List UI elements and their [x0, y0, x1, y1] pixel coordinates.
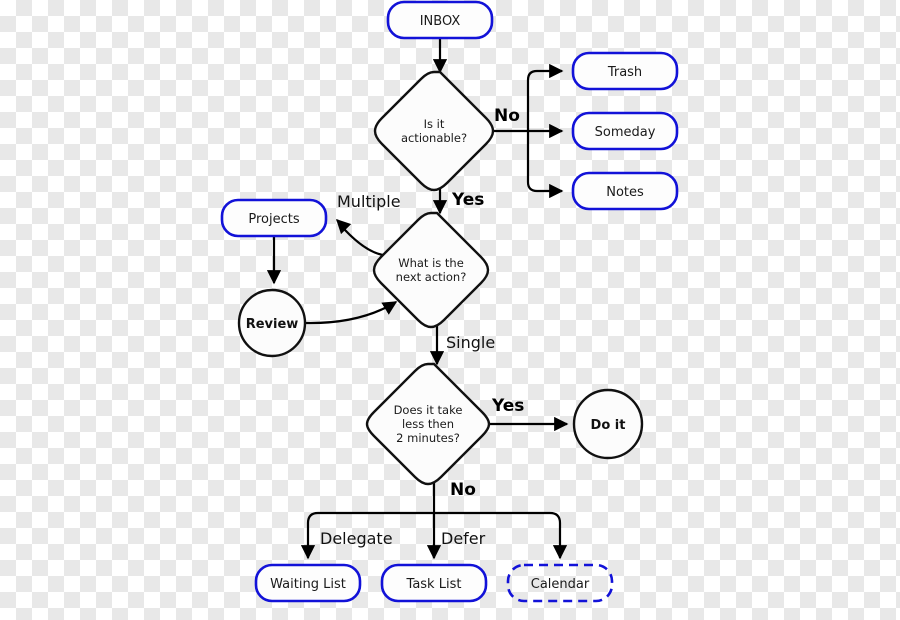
task-list-label: Task List — [406, 577, 462, 592]
edge-label-no-actionable: No — [494, 106, 520, 126]
edge-label-no-two-minutes: No — [450, 480, 476, 500]
node-waiting-list[interactable]: Waiting List — [254, 563, 362, 603]
node-inbox[interactable]: INBOX — [386, 0, 494, 40]
two-minutes-label-line1: Does it take — [394, 403, 463, 417]
edge-label-single: Single — [446, 333, 495, 352]
node-do-it[interactable]: Do it — [572, 388, 644, 460]
node-someday[interactable]: Someday — [571, 111, 679, 151]
node-is-it-actionable[interactable]: Is it actionable? — [373, 70, 495, 192]
node-projects[interactable]: Projects — [220, 198, 328, 238]
node-calendar[interactable]: Calendar — [506, 563, 614, 603]
node-notes[interactable]: Notes — [571, 171, 679, 211]
two-minutes-label-line3: 2 minutes? — [396, 431, 460, 445]
flowchart-svg: No Yes Multiple Single Yes No Delegate D… — [220, 0, 679, 603]
edge-review-to-next-action — [305, 301, 398, 325]
node-next-action[interactable]: What is the next action? — [372, 211, 490, 329]
edge-label-multiple: Multiple — [337, 192, 401, 211]
do-it-label: Do it — [591, 418, 626, 433]
edge-label-delegate: Delegate — [320, 529, 393, 548]
next-action-label-line2: next action? — [396, 270, 467, 284]
someday-label: Someday — [595, 125, 656, 140]
next-action-label-line1: What is the — [398, 256, 464, 270]
node-task-list[interactable]: Task List — [380, 563, 488, 603]
review-label: Review — [246, 317, 299, 332]
edge-no-branch-to-trash — [526, 63, 564, 131]
node-review[interactable]: Review — [237, 288, 307, 358]
is-it-actionable-label-line1: Is it — [424, 117, 445, 131]
edge-label-yes-two-minutes: Yes — [491, 396, 524, 416]
inbox-label: INBOX — [420, 14, 461, 29]
edge-no-branch-to-notes — [526, 131, 564, 199]
edge-label-defer: Defer — [441, 529, 486, 548]
calendar-label: Calendar — [531, 577, 590, 592]
notes-label: Notes — [606, 185, 644, 200]
two-minutes-label-line2: less then — [402, 417, 454, 431]
waiting-list-label: Waiting List — [270, 577, 346, 592]
node-two-minutes[interactable]: Does it take less then 2 minutes? — [365, 362, 491, 486]
projects-label: Projects — [248, 212, 299, 227]
is-it-actionable-label-line2: actionable? — [401, 131, 467, 145]
trash-label: Trash — [607, 65, 642, 80]
flowchart-canvas: No Yes Multiple Single Yes No Delegate D… — [0, 0, 900, 620]
edge-label-yes-actionable: Yes — [451, 190, 484, 210]
node-trash[interactable]: Trash — [571, 51, 679, 91]
